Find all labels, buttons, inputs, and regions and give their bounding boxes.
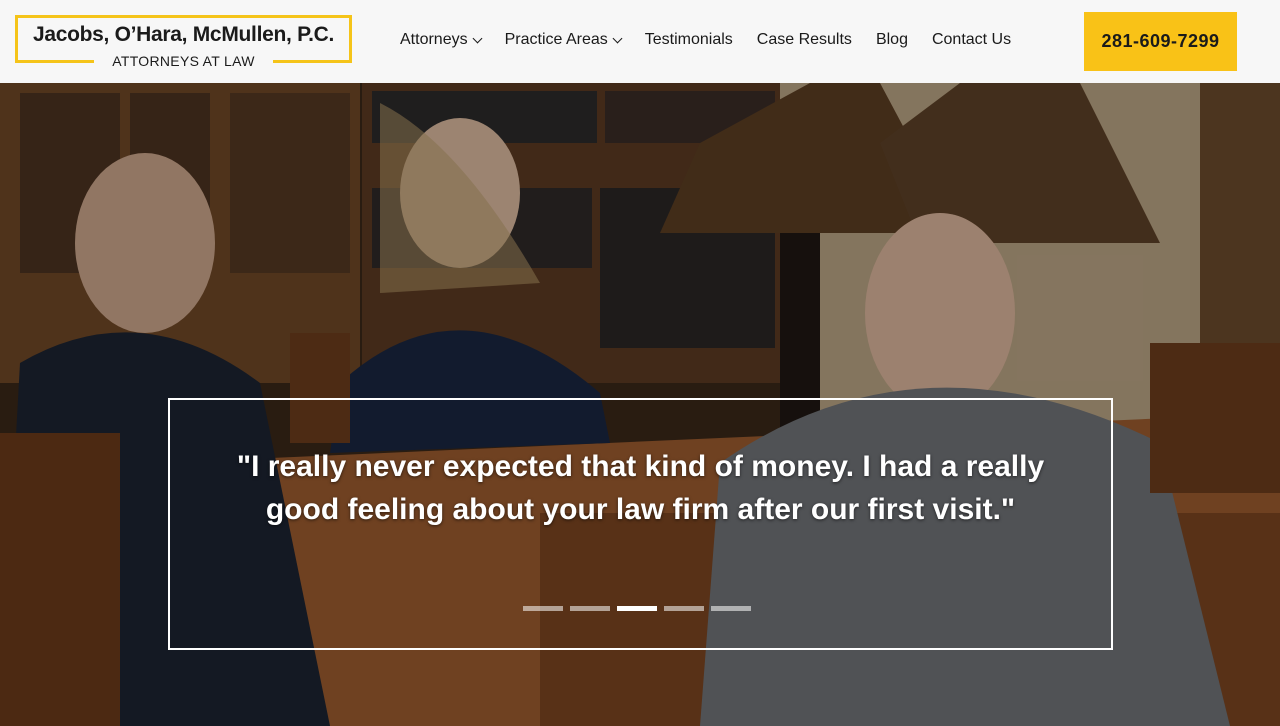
site-header: Jacobs, O’Hara, McMullen, P.C. ATTORNEYS… xyxy=(0,0,1280,83)
slide-dot-3[interactable] xyxy=(617,606,657,611)
nav-item-label: Contact Us xyxy=(931,31,1012,48)
slide-dot-2[interactable] xyxy=(570,606,610,611)
firm-logo[interactable]: Jacobs, O’Hara, McMullen, P.C. ATTORNEYS… xyxy=(15,15,352,69)
nav-item-label: Blog xyxy=(875,31,908,48)
nav-item-label: Attorneys xyxy=(400,31,468,48)
nav-item-case-results[interactable]: Case Results xyxy=(757,31,852,49)
chevron-down-icon xyxy=(472,33,483,43)
nav-item-attorneys[interactable]: Attorneys xyxy=(400,31,483,49)
hero-slider: "I really never expected that kind of mo… xyxy=(0,83,1280,726)
logo-firm-name: Jacobs, O’Hara, McMullen, P.C. xyxy=(32,23,335,46)
nav-item-contact-us[interactable]: Contact Us xyxy=(932,31,1011,49)
slide-dot-5[interactable] xyxy=(711,606,751,611)
logo-tagline: ATTORNEYS AT LAW xyxy=(94,53,273,69)
nav-item-label: Testimonials xyxy=(644,31,733,48)
slide-dot-1[interactable] xyxy=(523,606,563,611)
nav-item-label: Case Results xyxy=(756,31,852,48)
nav-item-practice-areas[interactable]: Practice Areas xyxy=(504,31,623,49)
phone-call-button[interactable]: 281-609-7299 xyxy=(1084,12,1237,71)
slide-dot-4[interactable] xyxy=(664,606,704,611)
nav-item-label: Practice Areas xyxy=(504,31,608,48)
nav-item-blog[interactable]: Blog xyxy=(876,31,908,49)
main-nav: Attorneys Practice Areas Testimonials Ca… xyxy=(400,31,1035,49)
testimonial-box: "I really never expected that kind of mo… xyxy=(168,398,1113,650)
slider-pagination xyxy=(523,606,751,611)
testimonial-quote: "I really never expected that kind of mo… xyxy=(236,450,1045,526)
nav-item-testimonials[interactable]: Testimonials xyxy=(645,31,733,49)
chevron-down-icon xyxy=(612,33,623,43)
